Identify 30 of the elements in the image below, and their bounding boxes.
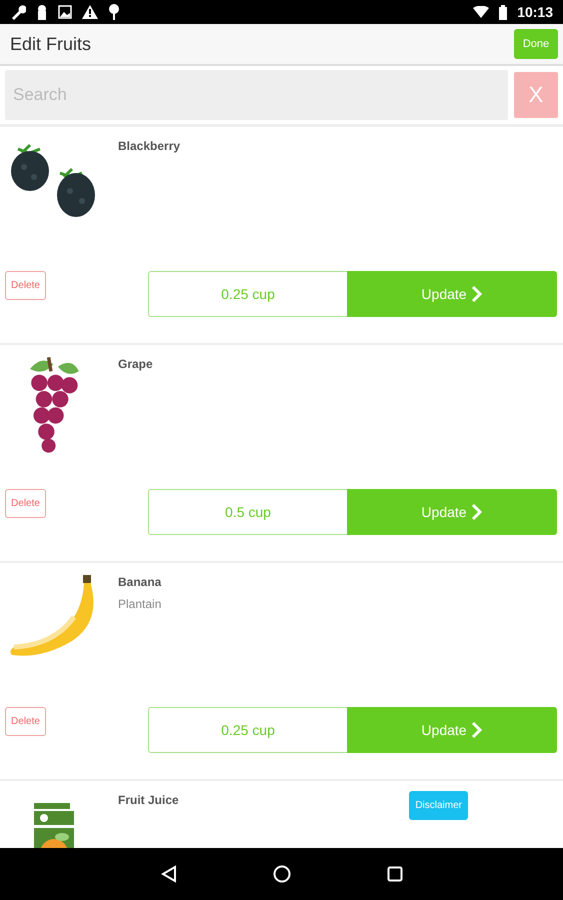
- image-icon: [58, 5, 72, 19]
- delete-button[interactable]: Delete: [5, 707, 46, 736]
- fruit-name: Banana: [118, 575, 162, 589]
- battery-icon: [499, 4, 508, 20]
- screen-title: Edit Fruits: [10, 34, 92, 54]
- wifi-icon: [473, 6, 490, 18]
- recents-icon[interactable]: [386, 866, 402, 882]
- delete-button[interactable]: Delete: [5, 271, 46, 300]
- amount-field[interactable]: 0.25 cup: [148, 271, 347, 317]
- home-icon[interactable]: [272, 865, 290, 883]
- chevron-icon: [470, 721, 483, 739]
- fruit-name: Fruit Juice: [118, 793, 180, 807]
- fruit-name: Blackberry: [118, 139, 182, 153]
- disclaimer-button[interactable]: Disclaimer: [409, 791, 468, 820]
- update-button[interactable]: Update: [347, 707, 557, 753]
- warning-icon: [82, 5, 98, 19]
- clear-button[interactable]: X: [514, 72, 558, 118]
- update-button[interactable]: Update: [347, 489, 557, 535]
- wrench-icon: [10, 4, 26, 20]
- delete-button[interactable]: Delete: [5, 489, 46, 518]
- chevron-icon: [470, 503, 483, 521]
- update-button[interactable]: Update: [347, 271, 557, 317]
- chevron-icon: [470, 285, 483, 303]
- back-icon[interactable]: [160, 865, 176, 883]
- fruit-variety: Plantain: [118, 597, 162, 611]
- amount-field[interactable]: 0.5 cup: [148, 489, 347, 535]
- fruit-name: Grape: [118, 357, 154, 371]
- done-button[interactable]: Done: [514, 29, 558, 59]
- amount-field[interactable]: 0.25 cup: [148, 707, 347, 753]
- clock-time: 10:13: [517, 4, 553, 20]
